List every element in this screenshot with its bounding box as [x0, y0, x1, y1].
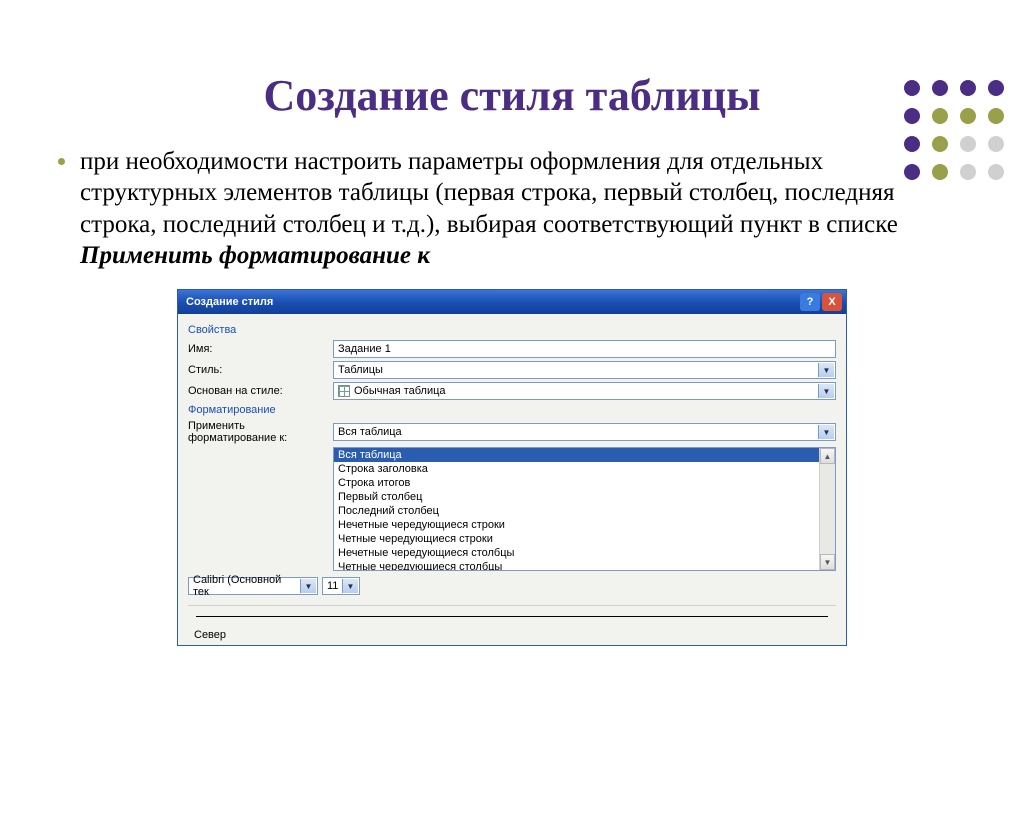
font-size-dropdown[interactable]: 11 ▼	[322, 577, 360, 595]
apply-to-value: Вся таблица	[338, 426, 402, 438]
scroll-down-icon[interactable]: ▼	[820, 554, 835, 570]
list-item[interactable]: Первый столбец	[334, 490, 835, 504]
list-item[interactable]: Четные чередующиеся столбцы	[334, 560, 835, 570]
style-label: Стиль:	[188, 364, 333, 376]
list-item[interactable]: Строка заголовка	[334, 462, 835, 476]
body-text-main: при необходимости настроить параметры оф…	[80, 148, 898, 238]
style-value: Таблицы	[338, 364, 383, 376]
slide-body-text: при необходимости настроить параметры оф…	[80, 146, 964, 271]
font-name-dropdown[interactable]: Calibri (Основной тек ▼	[188, 577, 318, 595]
name-field[interactable]: Задание 1	[333, 340, 836, 358]
name-value: Задание 1	[338, 343, 391, 355]
dialog-title: Создание стиля	[186, 296, 273, 308]
list-item[interactable]: Нечетные чередующиеся столбцы	[334, 546, 835, 560]
chevron-down-icon: ▼	[818, 425, 834, 439]
body-text-emphasis: Применить форматирование к	[80, 242, 430, 269]
create-style-dialog: Создание стиля ? X Свойства Имя: Задание…	[177, 289, 847, 646]
listbox-scrollbar[interactable]: ▲ ▼	[819, 448, 835, 570]
apply-to-dropdown[interactable]: Вся таблица ▼	[333, 423, 836, 441]
preview-area: Север	[188, 605, 836, 641]
preview-cell-label: Север	[194, 629, 226, 641]
help-button[interactable]: ?	[800, 293, 820, 311]
font-name-value: Calibri (Основной тек	[193, 574, 299, 598]
list-item[interactable]: Четные чередующиеся строки	[334, 532, 835, 546]
chevron-down-icon: ▼	[818, 384, 834, 398]
list-item[interactable]: Вся таблица	[334, 448, 835, 462]
list-item[interactable]: Нечетные чередующиеся строки	[334, 518, 835, 532]
apply-to-label: Применить форматирование к:	[188, 420, 333, 444]
name-label: Имя:	[188, 343, 333, 355]
font-size-value: 11	[327, 580, 338, 592]
close-button[interactable]: X	[822, 293, 842, 311]
formatting-section-label: Форматирование	[188, 404, 836, 416]
chevron-down-icon: ▼	[818, 363, 834, 377]
list-item[interactable]: Строка итогов	[334, 476, 835, 490]
chevron-down-icon: ▼	[300, 579, 316, 593]
style-dropdown[interactable]: Таблицы ▼	[333, 361, 836, 379]
chevron-down-icon: ▼	[342, 579, 358, 593]
based-on-dropdown[interactable]: Обычная таблица ▼	[333, 382, 836, 400]
apply-to-listbox[interactable]: Вся таблица Строка заголовка Строка итог…	[333, 447, 836, 571]
based-on-label: Основан на стиле:	[188, 385, 333, 397]
bullet-icon	[58, 158, 65, 165]
properties-section-label: Свойства	[188, 324, 836, 336]
list-item[interactable]: Последний столбец	[334, 504, 835, 518]
based-on-value: Обычная таблица	[354, 385, 446, 397]
table-icon	[338, 385, 350, 397]
slide-title: Создание стиля таблицы	[0, 70, 1024, 121]
scroll-up-icon[interactable]: ▲	[820, 448, 835, 464]
dialog-titlebar[interactable]: Создание стиля ? X	[178, 290, 846, 314]
